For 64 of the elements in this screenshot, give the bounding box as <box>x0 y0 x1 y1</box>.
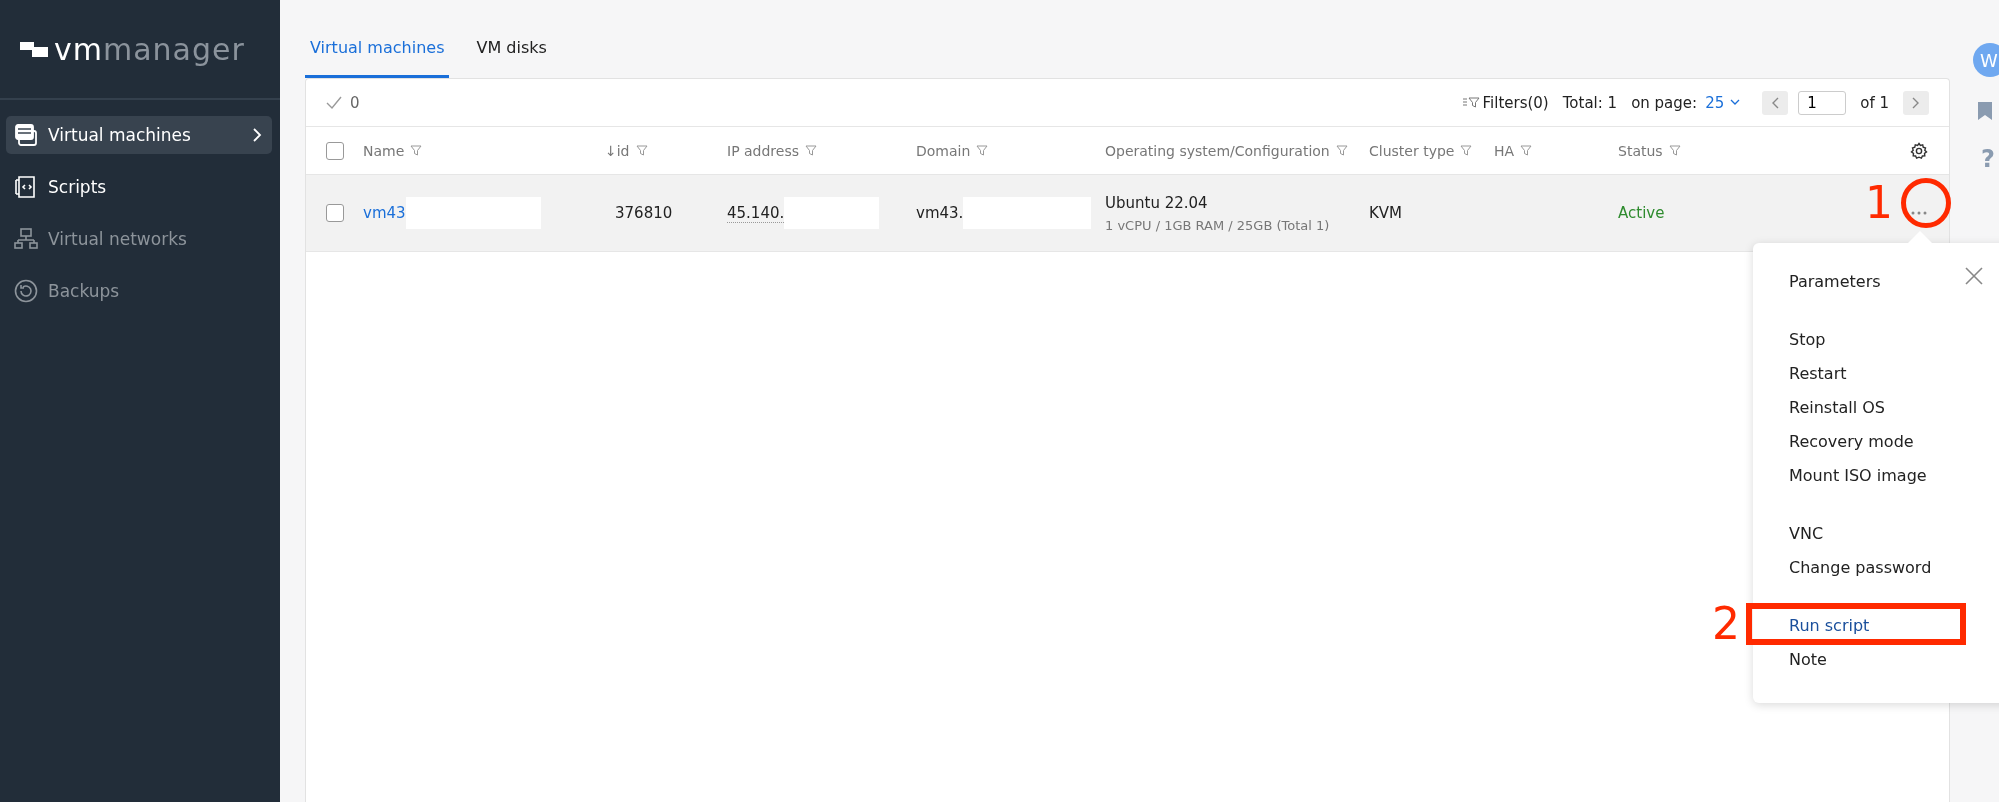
configuration-text: 1 vCPU / 1GB RAM / 25GB (Total 1) <box>1105 217 1330 233</box>
total-count: Total: 1 <box>1562 93 1618 112</box>
per-page-select[interactable]: 25 <box>1705 93 1741 112</box>
column-header[interactable]: Cluster type <box>1369 142 1455 159</box>
menu-item[interactable]: Reinstall OS <box>1789 391 1885 425</box>
filter-icon <box>1335 144 1348 157</box>
backup-icon <box>14 279 38 303</box>
column-header[interactable]: Domain <box>916 142 971 159</box>
check-icon <box>326 95 342 110</box>
bookmark-icon <box>1977 101 1993 121</box>
filter-icon <box>805 144 818 157</box>
filter-icon <box>1520 144 1533 157</box>
menu-item[interactable]: Stop <box>1789 323 1826 357</box>
page-field[interactable]: 1 <box>1798 90 1847 115</box>
table-cell: KVM <box>1369 204 1403 222</box>
annotation-number: 1 <box>1865 181 1893 225</box>
sidebar-item[interactable]: Virtual machines <box>6 116 272 154</box>
column-header[interactable]: Operating system/Configuration <box>1105 142 1330 159</box>
select-all-checkbox[interactable] <box>326 141 344 160</box>
filter-icon <box>635 144 648 157</box>
column-header[interactable]: HA <box>1494 142 1515 159</box>
filter-icon <box>1668 144 1681 157</box>
column-header[interactable]: ↓id <box>605 142 630 159</box>
column-header[interactable]: Name <box>363 142 405 159</box>
filter-icon <box>976 144 989 157</box>
chevron-left-icon <box>1771 96 1780 109</box>
logo-icon <box>20 39 50 59</box>
next-page-button[interactable] <box>1903 90 1929 115</box>
menu-item[interactable]: Restart <box>1789 357 1847 391</box>
tab[interactable]: VM disks <box>471 38 552 78</box>
logo-text: vmmanager <box>54 31 245 67</box>
table-cell: vm43. <box>916 204 964 222</box>
sidebar-item[interactable]: Scripts <box>6 168 272 206</box>
menu-item[interactable]: VNC <box>1789 517 1824 551</box>
menu-item[interactable]: Mount ISO image <box>1789 459 1927 493</box>
filter-icon <box>410 144 423 157</box>
network-icon <box>14 227 38 251</box>
table-cell: Ubuntu 22.04 <box>1105 193 1208 212</box>
more-icon <box>1911 211 1927 215</box>
close-icon <box>1965 267 1983 285</box>
filter-icon <box>1462 96 1481 109</box>
annotation-number: 2 <box>1712 602 1740 646</box>
chevron-down-icon <box>1730 99 1741 106</box>
column-header[interactable]: IP address <box>727 142 800 159</box>
menu-item[interactable]: Change password <box>1789 551 1932 585</box>
previous-page-button[interactable] <box>1762 90 1789 115</box>
table-cell: 376810 <box>615 204 673 222</box>
page-count: of 1 <box>1860 93 1889 112</box>
server-icon <box>14 123 38 147</box>
annotation-circle-overlay <box>1901 178 1951 228</box>
script-icon <box>14 175 38 199</box>
filters-button[interactable]: Filters(0) <box>1462 93 1549 112</box>
filter-icon <box>1460 144 1473 157</box>
settings-icon <box>1910 141 1928 160</box>
status-text: Active <box>1618 204 1665 222</box>
chevron-right-icon <box>1912 96 1920 109</box>
vm-name-link[interactable]: vm43 <box>363 204 406 222</box>
menu-item[interactable]: Parameters <box>1789 265 1881 299</box>
row-checkbox[interactable] <box>326 204 344 222</box>
column-header[interactable]: Status <box>1618 142 1663 159</box>
menu-item[interactable]: Note <box>1789 643 1827 677</box>
selected-count: 0 <box>350 93 360 112</box>
per-page-label: on page: <box>1631 93 1698 112</box>
menu-item[interactable]: Recovery mode <box>1789 425 1914 459</box>
